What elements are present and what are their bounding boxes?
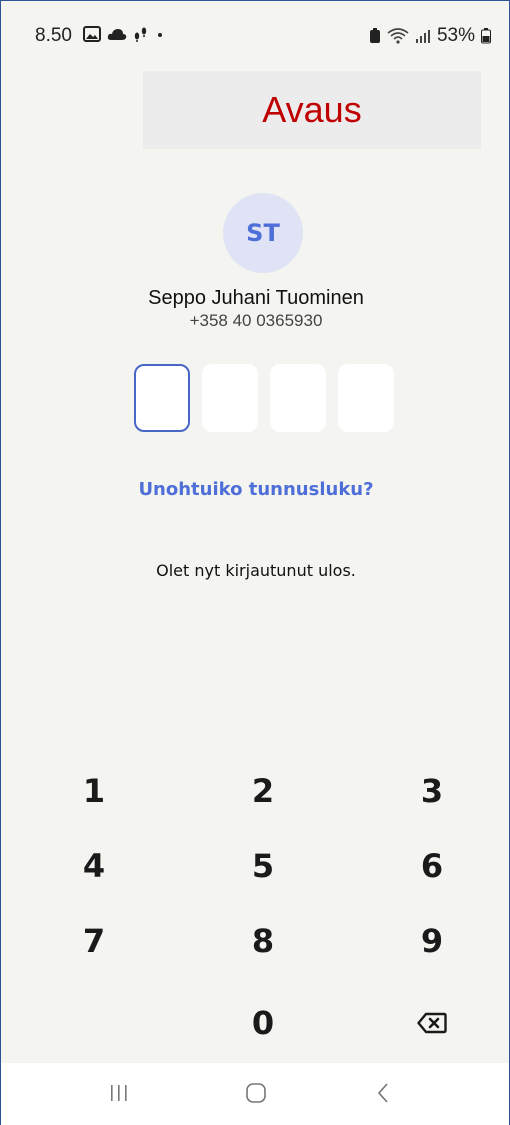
user-phone: +358 40 0365930	[189, 311, 323, 330]
key-0[interactable]: 0	[213, 993, 313, 1053]
battery-percent: 53%	[436, 25, 475, 46]
key-9[interactable]: 9	[382, 911, 482, 971]
key-4[interactable]: 4	[44, 836, 144, 896]
avatar-initials: ST	[246, 219, 280, 247]
key-2[interactable]: 2	[213, 761, 313, 821]
back-icon	[377, 1083, 388, 1103]
phone-screen: 8.50 53% Avaus ST Seppo Juhani Tuominen …	[0, 0, 510, 1125]
home-button[interactable]	[226, 1073, 286, 1113]
recent-apps-button[interactable]	[89, 1073, 149, 1113]
pin-digit-1[interactable]	[134, 364, 190, 432]
logged-out-message: Olet nyt kirjautunut ulos.	[156, 561, 356, 580]
dot-icon	[158, 33, 162, 37]
backspace-icon	[417, 1012, 447, 1034]
forgot-pin-link[interactable]: Unohtuiko tunnusluku?	[1, 479, 510, 500]
home-icon	[246, 1083, 266, 1103]
pin-input[interactable]	[134, 364, 394, 432]
battery-icon	[481, 28, 491, 44]
wifi-icon	[387, 28, 409, 44]
status-time: 8.50	[35, 25, 72, 46]
system-nav-bar	[1, 1063, 509, 1125]
status-right: 53%	[369, 25, 491, 47]
key-3[interactable]: 3	[382, 761, 482, 821]
page-title: Avaus	[262, 89, 362, 130]
recent-apps-icon	[111, 1085, 127, 1101]
gallery-icon	[83, 26, 101, 42]
avatar: ST	[223, 193, 303, 273]
battery-saver-icon	[369, 28, 380, 43]
key-1[interactable]: 1	[44, 761, 144, 821]
user-name: Seppo Juhani Tuominen	[148, 287, 364, 309]
key-7[interactable]: 7	[44, 911, 144, 971]
title-banner: Avaus	[143, 71, 481, 149]
pin-digit-2[interactable]	[202, 364, 258, 432]
status-bar: 8.50 53%	[1, 1, 509, 71]
backspace-key[interactable]	[382, 993, 482, 1053]
key-5[interactable]: 5	[213, 836, 313, 896]
pin-digit-4[interactable]	[338, 364, 394, 432]
key-6[interactable]: 6	[382, 836, 482, 896]
signal-icon	[415, 30, 430, 43]
pin-digit-3[interactable]	[270, 364, 326, 432]
back-button[interactable]	[353, 1073, 413, 1113]
cloud-icon	[107, 29, 127, 40]
key-8[interactable]: 8	[213, 911, 313, 971]
notification-icons	[83, 26, 165, 42]
steps-icon	[134, 27, 147, 42]
